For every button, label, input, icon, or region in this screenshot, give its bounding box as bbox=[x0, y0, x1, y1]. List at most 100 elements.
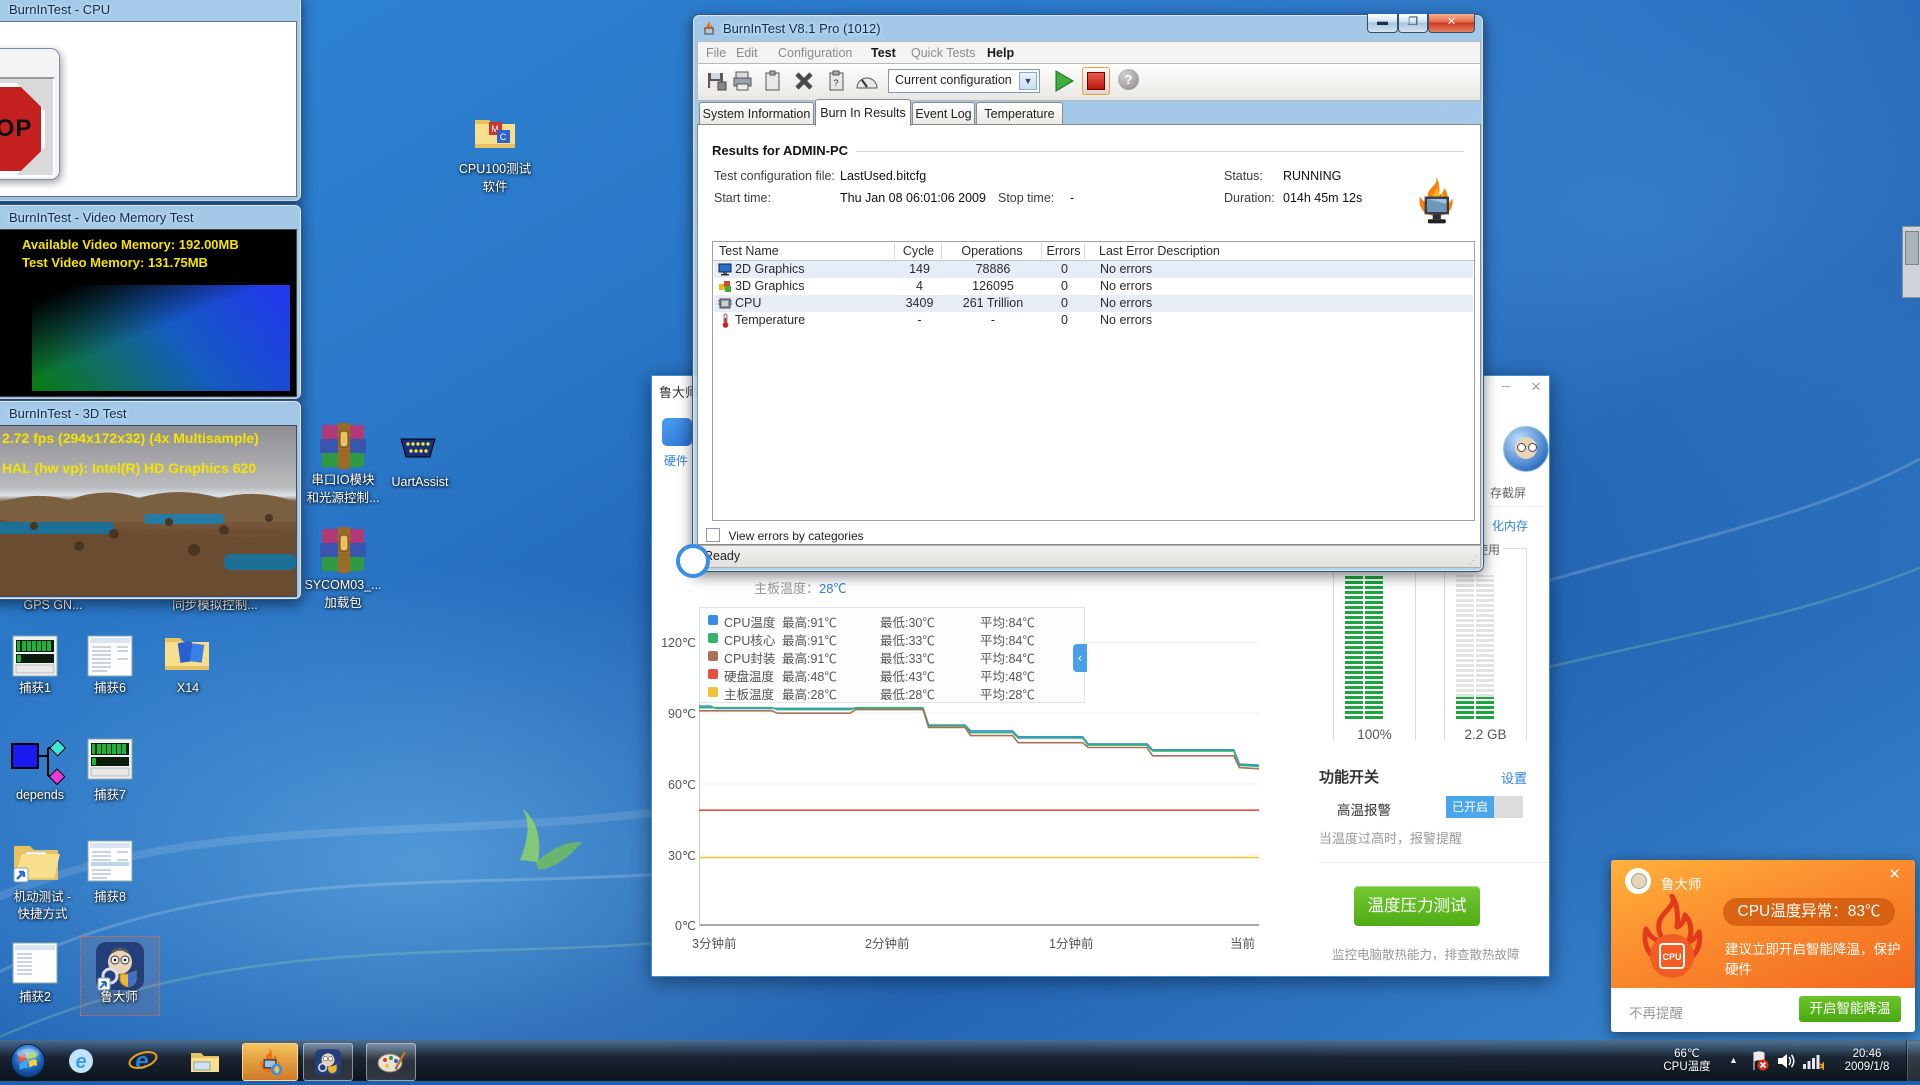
taskbar-ludashi[interactable] bbox=[303, 1043, 353, 1081]
test-notes-icon[interactable]: ? bbox=[828, 70, 846, 92]
network-icon[interactable]: ✱ bbox=[1802, 1051, 1824, 1071]
col-errors[interactable]: Errors bbox=[1042, 243, 1085, 260]
icon-cpu100-label2[interactable]: 软件 bbox=[430, 180, 560, 195]
icon-jidong-label[interactable]: 机动测试 - bbox=[0, 890, 85, 905]
col-cycle[interactable]: Cycle bbox=[895, 243, 942, 260]
help-button[interactable]: ? bbox=[1118, 69, 1139, 90]
configuration-combobox[interactable]: Current configuration ▼ bbox=[888, 69, 1040, 93]
tray-cpu-temp[interactable]: 66℃ CPU温度 bbox=[1652, 1048, 1722, 1074]
icon-depends-label[interactable]: depends bbox=[0, 788, 80, 803]
icon-capture6[interactable] bbox=[87, 635, 133, 682]
icon-uart-label[interactable]: UartAssist bbox=[360, 475, 480, 490]
icon-x14-folder[interactable] bbox=[163, 630, 211, 679]
popup-dismiss-link[interactable]: 不再提醒 bbox=[1629, 1002, 1683, 1022]
icon-capture2[interactable] bbox=[12, 942, 58, 989]
resize-grip[interactable]: ⋰ bbox=[1469, 555, 1478, 566]
icon-ludashi-label[interactable]: 鲁大师 bbox=[84, 990, 154, 1005]
table-row[interactable]: Temperature - - 0 No errors bbox=[714, 312, 1473, 329]
icon-partial-gps-label[interactable]: GPS GN... bbox=[8, 598, 98, 613]
caption-buttons[interactable]: ▬❐✕ bbox=[1367, 14, 1475, 33]
optimize-memory-link[interactable]: 化内存 bbox=[1492, 517, 1528, 534]
save-screenshot-link[interactable]: 存截屏 bbox=[1490, 484, 1526, 501]
icon-partial-sync-label[interactable]: 同步模拟控制... bbox=[150, 598, 280, 613]
ludashi-alert-popup[interactable]: 鲁大师 × CPU CPU温度异常：83℃ 建议立即开启智能降温，保护 硬件 不… bbox=[1611, 860, 1915, 1032]
window-burnintest-3d[interactable]: BurnInTest - 3D Test 2.72 fps (294x172x3… bbox=[0, 400, 302, 600]
action-center-flag-icon[interactable] bbox=[1748, 1050, 1770, 1072]
ludashi-avatar[interactable] bbox=[1503, 426, 1549, 472]
tab-temperature[interactable]: Temperature bbox=[976, 102, 1063, 126]
icon-sycom-label2[interactable]: 加载包 bbox=[283, 596, 403, 611]
tray-clock[interactable]: 20:46 2009/1/8 bbox=[1834, 1048, 1900, 1074]
tab-burn-in-results[interactable]: Burn In Results bbox=[815, 99, 911, 126]
icon-capture2-label[interactable]: 捕获2 bbox=[0, 990, 70, 1005]
results-table[interactable]: Test Name Cycle Operations Errors Last E… bbox=[712, 241, 1475, 521]
menu-edit[interactable]: Edit bbox=[736, 46, 758, 60]
view-errors-checkbox-row[interactable]: View errors by categories bbox=[706, 527, 864, 545]
print-icon[interactable] bbox=[732, 70, 754, 92]
minimize-button[interactable]: ▬ bbox=[1367, 14, 1398, 33]
start-tests-button[interactable] bbox=[1050, 68, 1076, 94]
close-icon[interactable]: × bbox=[1889, 864, 1900, 886]
icon-jidong-label2[interactable]: 快捷方式 bbox=[0, 907, 85, 922]
settings-link[interactable]: 设置 bbox=[1501, 768, 1527, 787]
legend-collapse-arrow[interactable]: ‹ bbox=[1073, 644, 1087, 672]
taskbar-burnintest[interactable] bbox=[242, 1043, 298, 1081]
taskbar-explorer[interactable] bbox=[182, 1043, 228, 1079]
start-button[interactable] bbox=[8, 1042, 48, 1080]
icon-x14-label[interactable]: X14 bbox=[153, 681, 223, 696]
tab-system-information[interactable]: System Information bbox=[699, 102, 814, 126]
close-button[interactable]: ✕ bbox=[1428, 14, 1475, 33]
chevron-down-icon[interactable]: ▼ bbox=[1019, 72, 1037, 90]
save-results-icon[interactable] bbox=[706, 70, 728, 92]
alarm-toggle[interactable]: 已开启 bbox=[1446, 796, 1523, 818]
icon-capture1-label[interactable]: 捕获1 bbox=[0, 681, 70, 696]
icon-capture1[interactable] bbox=[12, 635, 58, 682]
stop-tests-button[interactable] bbox=[1082, 67, 1110, 95]
maximize-button[interactable]: ❐ bbox=[1398, 14, 1428, 33]
taskbar-internet-explorer[interactable]: e bbox=[120, 1043, 166, 1079]
menu-help[interactable]: Help bbox=[987, 46, 1014, 60]
icon-uartassist[interactable] bbox=[397, 433, 439, 468]
volume-icon[interactable] bbox=[1776, 1051, 1796, 1071]
delete-icon[interactable] bbox=[793, 70, 815, 92]
icon-cpu100-folder[interactable]: M C bbox=[473, 112, 519, 152]
popup-action-button[interactable]: 开启智能降温 bbox=[1799, 996, 1901, 1022]
icon-depends[interactable] bbox=[10, 740, 66, 791]
menu-file[interactable]: File bbox=[706, 46, 726, 60]
col-operations[interactable]: Operations bbox=[942, 243, 1042, 260]
tab-hardware[interactable]: 硬件 bbox=[664, 452, 688, 469]
clipboard-icon[interactable] bbox=[762, 70, 784, 92]
menu-test[interactable]: Test bbox=[871, 46, 896, 60]
temp-stress-test-button[interactable]: 温度压力测试 bbox=[1354, 886, 1480, 926]
tray-expand-icon[interactable]: ▲ bbox=[1729, 1055, 1738, 1065]
table-row[interactable]: 2D Graphics 149 78886 0 No errors bbox=[714, 261, 1473, 278]
gauge-icon[interactable] bbox=[855, 70, 879, 92]
hardware-tab-icon[interactable] bbox=[662, 418, 692, 446]
col-test-name[interactable]: Test Name bbox=[719, 243, 779, 260]
icon-sycom-rar[interactable] bbox=[318, 527, 368, 578]
tab-event-log[interactable]: Event Log bbox=[912, 102, 975, 126]
window-burnintest-main[interactable]: BurnInTest V8.1 Pro (1012) ▬❐✕ File Edit… bbox=[692, 14, 1484, 572]
window-stop-dialog[interactable]: STOP bbox=[0, 48, 60, 180]
close-button[interactable]: × bbox=[1525, 377, 1547, 397]
table-row[interactable]: CPU 3409 261 Trillion 0 No errors bbox=[714, 295, 1473, 312]
show-desktop-button[interactable] bbox=[1906, 1041, 1920, 1081]
icon-capture8[interactable] bbox=[87, 840, 133, 887]
icon-serial-rar[interactable] bbox=[318, 423, 368, 474]
icon-jidong-folder[interactable] bbox=[12, 838, 62, 889]
table-row[interactable]: 3D Graphics 4 126095 0 No errors bbox=[714, 278, 1473, 295]
icon-capture8-label[interactable]: 捕获8 bbox=[75, 890, 145, 905]
minimize-button[interactable]: ─ bbox=[1495, 379, 1517, 397]
icon-cpu100-label[interactable]: CPU100测试 bbox=[430, 162, 560, 177]
taskbar-paint[interactable] bbox=[366, 1043, 416, 1081]
menu-configuration[interactable]: Configuration bbox=[778, 46, 852, 60]
taskbar-browser360[interactable]: e bbox=[58, 1043, 104, 1079]
icon-capture7[interactable] bbox=[87, 738, 133, 785]
col-last-error[interactable]: Last Error Description bbox=[1099, 243, 1220, 260]
icon-capture7-label[interactable]: 捕获7 bbox=[75, 788, 145, 803]
background-scrollbar[interactable] bbox=[1902, 226, 1920, 298]
icon-capture6-label[interactable]: 捕获6 bbox=[75, 681, 145, 696]
menu-quick-tests[interactable]: Quick Tests bbox=[911, 46, 975, 60]
checkbox[interactable] bbox=[706, 528, 720, 542]
window-burnintest-video[interactable]: BurnInTest - Video Memory Test Available… bbox=[0, 204, 302, 400]
